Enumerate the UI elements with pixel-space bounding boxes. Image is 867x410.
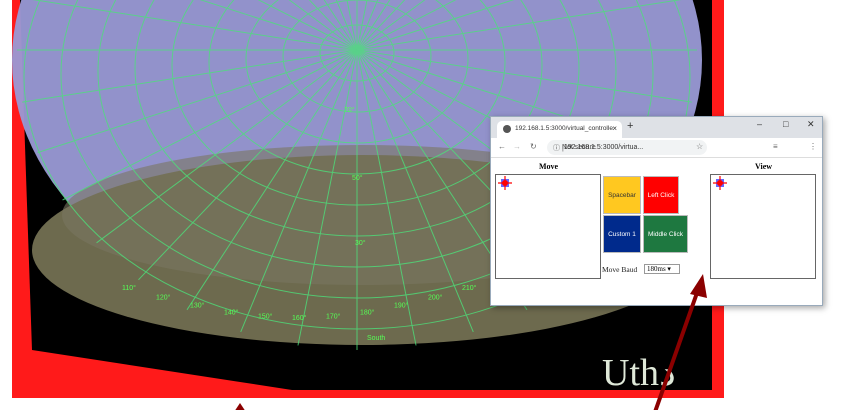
back-icon[interactable]: ← — [498, 142, 506, 151]
game-label: 160° — [292, 314, 307, 322]
move-joystick-pad[interactable] — [495, 174, 601, 279]
media-icon[interactable]: ≡ — [773, 142, 778, 151]
move-baud-label: Move Baud — [602, 265, 638, 274]
arrow-head — [235, 403, 245, 410]
reload-icon[interactable]: ↻ — [530, 142, 537, 151]
star-icon[interactable]: ☆ — [696, 142, 703, 151]
close-window-icon[interactable]: ✕ — [807, 119, 815, 130]
address-bar[interactable]: ⓘ Not secure | 192.168.1.5:3000/virtua..… — [547, 140, 707, 155]
game-label: 180° — [360, 308, 375, 316]
view-label: View — [755, 162, 773, 171]
game-logo: Uthد — [602, 352, 676, 394]
game-label: 30° — [355, 239, 366, 247]
menu-icon[interactable]: ⋮ — [809, 142, 817, 151]
game-label: 150° — [258, 313, 273, 321]
browser-window: 192.168.1.5:3000/virtual_controlle × + – … — [490, 116, 823, 306]
close-tab-icon[interactable]: × — [612, 124, 617, 133]
globe-icon — [503, 125, 511, 133]
new-tab-button[interactable]: + — [627, 120, 633, 132]
game-label: 130° — [190, 302, 205, 310]
crosshair-icon[interactable] — [713, 176, 727, 190]
move-baud-select[interactable]: 180ms ▾ — [644, 264, 680, 274]
browser-tab[interactable]: 192.168.1.5:3000/virtual_controlle × — [497, 121, 622, 138]
minimize-icon[interactable]: – — [757, 119, 762, 129]
move-label: Move — [539, 162, 559, 171]
game-label: 200° — [428, 293, 443, 301]
game-label: 110° — [122, 284, 136, 292]
game-label: 190° — [394, 302, 409, 310]
game-label: 170° — [326, 313, 341, 321]
game-label: 70° — [344, 106, 355, 114]
spacebar-button[interactable]: Spacebar — [603, 176, 641, 214]
game-label: 50° — [352, 174, 363, 182]
maximize-icon[interactable]: □ — [783, 119, 788, 129]
tab-title: 192.168.1.5:3000/virtual_controlle — [515, 125, 613, 132]
game-label: 210° — [462, 284, 477, 292]
custom-1-button[interactable]: Custom 1 — [603, 215, 641, 253]
left-click-button[interactable]: Left Click — [643, 176, 679, 214]
middle-click-button[interactable]: Middle Click — [643, 215, 688, 253]
game-label: 140° — [224, 308, 239, 316]
forward-icon[interactable]: → — [513, 142, 521, 151]
game-label: 120° — [156, 293, 171, 301]
url-text: 192.168.1.5:3000/virtua... — [563, 144, 644, 151]
view-joystick-pad[interactable] — [710, 174, 816, 279]
game-label: South — [367, 335, 385, 342]
crosshair-icon[interactable] — [498, 176, 512, 190]
